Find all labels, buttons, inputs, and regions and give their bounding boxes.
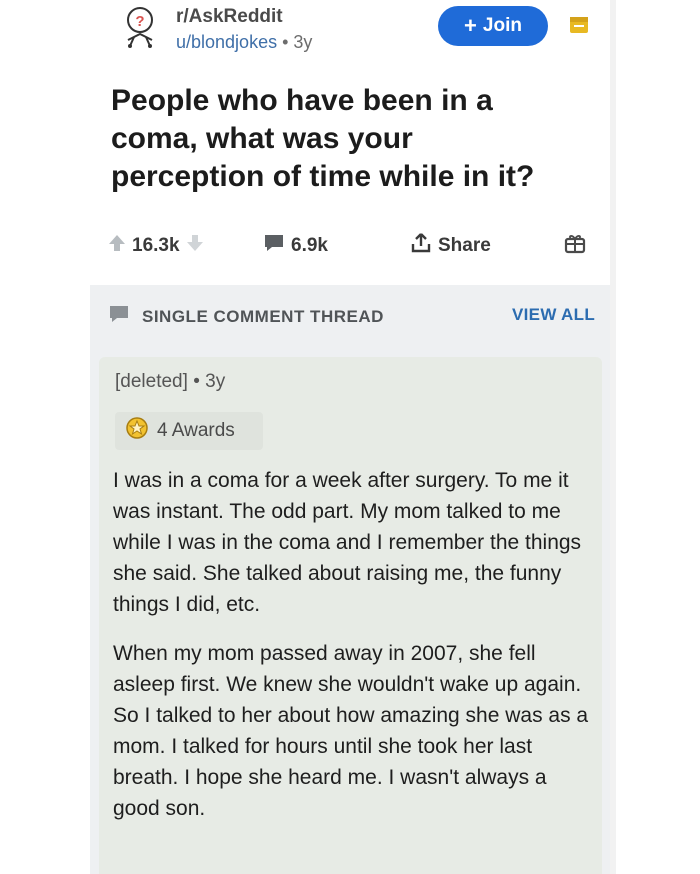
vote-count: 16.3k (132, 235, 180, 256)
share-button[interactable]: Share (410, 228, 491, 264)
author-link[interactable]: u/blondjokes (176, 32, 277, 52)
comment-meta-separator: • (193, 371, 200, 392)
award-icon (125, 416, 149, 446)
meta-separator: • (282, 32, 289, 52)
upvote-icon[interactable] (108, 233, 126, 259)
awards-badge[interactable]: 4 Awards (115, 412, 263, 450)
right-edge (610, 0, 616, 874)
comment-paragraph: I was in a coma for a week after surgery… (113, 469, 582, 616)
awards-count: 4 Awards (157, 420, 235, 441)
single-comment-thread-bar: SINGLE COMMENT THREAD VIEW ALL (90, 285, 610, 347)
join-label: Join (482, 15, 522, 36)
share-icon (410, 232, 432, 260)
comment-section: [deleted] • 3y 4 Awards I was in a coma … (90, 347, 610, 874)
thread-label: SINGLE COMMENT THREAD (142, 306, 384, 326)
comment-paragraph: When my mom passed away in 2007, she fel… (113, 642, 589, 820)
comment-meta: [deleted] • 3y (115, 371, 225, 393)
thread-icon (108, 304, 130, 329)
post-header: ? r/AskReddit u/blondjokes • 3y + Join (108, 0, 700, 60)
view-all-link[interactable]: VIEW ALL (512, 305, 595, 325)
gift-award-icon (563, 231, 587, 261)
share-label: Share (438, 235, 491, 256)
comment-count: 6.9k (291, 235, 328, 256)
comments-button[interactable]: 6.9k (263, 228, 328, 264)
comment-body: I was in a coma for a week after surgery… (113, 465, 593, 824)
comment-card: [deleted] • 3y 4 Awards I was in a coma … (99, 357, 602, 874)
post-action-bar: 16.3k 6.9k Share (108, 228, 600, 264)
downvote-icon[interactable] (186, 233, 204, 259)
comment-author: [deleted] (115, 371, 188, 392)
subreddit-avatar-icon[interactable]: ? (120, 6, 160, 50)
join-button[interactable]: + Join (438, 6, 548, 46)
comment-icon (263, 233, 285, 259)
comment-age: 3y (205, 371, 226, 392)
vote-group: 16.3k (108, 228, 204, 264)
save-icon[interactable] (568, 14, 590, 36)
post-age: 3y (293, 32, 313, 52)
svg-text:?: ? (135, 13, 144, 30)
subreddit-name[interactable]: r/AskReddit (176, 6, 283, 28)
award-button[interactable] (563, 228, 587, 264)
plus-icon: + (464, 13, 477, 38)
post-title[interactable]: People who have been in a coma, what was… (111, 82, 571, 196)
post-meta: u/blondjokes • 3y (176, 32, 312, 53)
thread-label-group: SINGLE COMMENT THREAD (108, 304, 384, 329)
reddit-post-screen: ? r/AskReddit u/blondjokes • 3y + Join P… (0, 0, 700, 874)
